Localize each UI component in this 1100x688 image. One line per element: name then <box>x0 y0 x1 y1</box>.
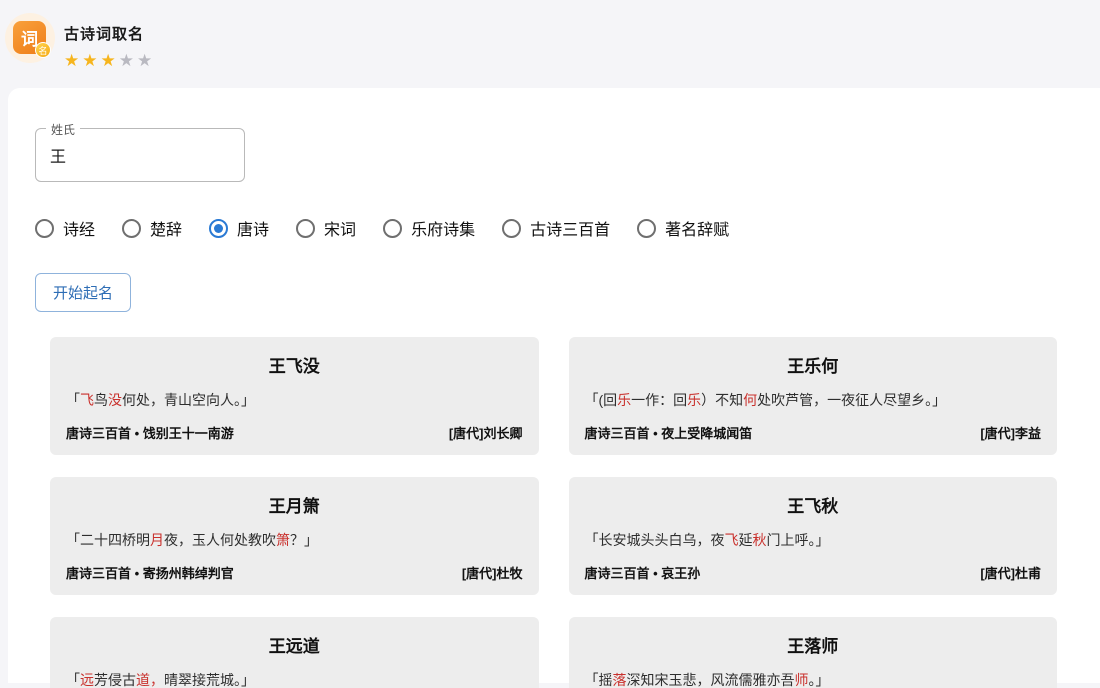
poem-text: 「长安城头头白乌，夜 <box>585 532 725 548</box>
poem-text: ）不知 <box>701 392 743 408</box>
radio-button-icon[interactable] <box>637 219 656 238</box>
corpus-radio-label: 诗经 <box>63 216 95 240</box>
star-icon[interactable]: ★ <box>119 51 137 70</box>
poem-line: 「二十四桥明月夜，玉人何处教吹箫？」 <box>66 530 523 550</box>
radio-button-icon[interactable] <box>122 219 141 238</box>
corpus-radio-label: 乐府诗集 <box>411 216 475 240</box>
corpus-radio-宋词[interactable]: 宋词 <box>296 216 356 240</box>
star-icon[interactable]: ★ <box>137 51 155 70</box>
corpus-radio-古诗三百首[interactable]: 古诗三百首 <box>502 216 610 240</box>
radio-button-icon[interactable] <box>296 219 315 238</box>
poem-text: 延 <box>739 532 753 548</box>
poem-text: 何处，青山空向人。」 <box>122 392 255 408</box>
corpus-radio-label: 著名辞赋 <box>665 216 729 240</box>
poem-highlight-char: 何 <box>743 392 757 408</box>
generated-name: 王飞没 <box>66 349 523 377</box>
app-header: 词 名 古诗词取名 ★★★★★ <box>0 0 1100 88</box>
logo-badge-icon: 名 <box>35 42 51 58</box>
generated-name: 王落师 <box>585 629 1042 657</box>
poem-source: 唐诗三百首 • 饯别王十一南游 <box>66 423 234 442</box>
corpus-radio-唐诗[interactable]: 唐诗 <box>209 216 269 240</box>
poem-highlight-char: 月 <box>150 532 164 548</box>
corpus-radio-乐府诗集[interactable]: 乐府诗集 <box>383 216 475 240</box>
corpus-radio-著名辞赋[interactable]: 著名辞赋 <box>637 216 729 240</box>
surname-field-wrap: 姓氏 <box>35 128 245 182</box>
corpus-radio-label: 宋词 <box>324 216 356 240</box>
poem-text: 鸟 <box>94 392 108 408</box>
poem-line: 「远芳侵古道，晴翠接荒城。」 <box>66 670 523 688</box>
poem-highlight-char: 乐 <box>687 392 701 408</box>
corpus-radio-group: 诗经 楚辞 唐诗 宋词 乐府诗集 古诗三百首 著名辞赋 <box>35 216 1100 240</box>
poem-highlight-char: 秋 <box>753 532 767 548</box>
poem-text: 芳侵古 <box>94 672 136 688</box>
poem-source: 唐诗三百首 • 夜上受降城闻笛 <box>585 423 753 442</box>
name-result-card[interactable]: 王乐何 「(回乐一作：回乐）不知何处吹芦管，一夜征人尽望乡。」 唐诗三百首 • … <box>569 337 1058 455</box>
radio-button-icon[interactable] <box>502 219 521 238</box>
corpus-radio-楚辞[interactable]: 楚辞 <box>122 216 182 240</box>
poem-highlight-char: 师 <box>795 672 809 688</box>
results-grid: 王飞没 「飞鸟没何处，青山空向人。」 唐诗三百首 • 饯别王十一南游 [唐代]刘… <box>50 337 1057 688</box>
corpus-radio-label: 古诗三百首 <box>530 216 610 240</box>
main-panel: 姓氏 诗经 楚辞 唐诗 宋词 乐府诗集 古诗三百首 著名辞赋 开始起名 王飞没 … <box>8 88 1100 683</box>
poem-text: 夜，玉人何处教吹 <box>164 532 276 548</box>
name-result-card[interactable]: 王落师 「摇落深知宋玉悲，风流儒雅亦吾师。」 唐诗三百首 • 咏怀古迹五首·其二… <box>569 617 1058 688</box>
generated-name: 王飞秋 <box>585 489 1042 517</box>
poem-text: 晴翠接荒城。」 <box>164 672 255 688</box>
poem-author: [唐代]杜牧 <box>462 563 523 582</box>
name-result-card[interactable]: 王飞秋 「长安城头头白乌，夜飞延秋门上呼。」 唐诗三百首 • 哀王孙 [唐代]杜… <box>569 477 1058 595</box>
poem-highlight-char: 飞 <box>80 392 94 408</box>
star-rating[interactable]: ★★★★★ <box>64 52 155 69</box>
generated-name: 王月箫 <box>66 489 523 517</box>
radio-button-icon[interactable] <box>383 219 402 238</box>
poem-line: 「长安城头头白乌，夜飞延秋门上呼。」 <box>585 530 1042 550</box>
poem-text: 一作：回 <box>631 392 687 408</box>
star-icon[interactable]: ★ <box>82 51 100 70</box>
poem-line: 「(回乐一作：回乐）不知何处吹芦管，一夜征人尽望乡。」 <box>585 390 1042 410</box>
poem-highlight-char: 落 <box>613 672 627 688</box>
poem-line: 「飞鸟没何处，青山空向人。」 <box>66 390 523 410</box>
poem-source: 唐诗三百首 • 寄扬州韩绰判官 <box>66 563 234 582</box>
name-result-card[interactable]: 王月箫 「二十四桥明月夜，玉人何处教吹箫？」 唐诗三百首 • 寄扬州韩绰判官 [… <box>50 477 539 595</box>
poem-text: 「 <box>66 672 80 688</box>
corpus-radio-label: 唐诗 <box>237 216 269 240</box>
poem-author: [唐代]杜甫 <box>980 563 1041 582</box>
poem-text: 深知宋玉悲，风流儒雅亦吾 <box>627 672 795 688</box>
start-naming-button[interactable]: 开始起名 <box>35 273 131 312</box>
generated-name: 王乐何 <box>585 349 1042 377</box>
poem-text: 「摇 <box>585 672 613 688</box>
star-icon[interactable]: ★ <box>101 51 119 70</box>
app-logo-icon: 词 名 <box>5 13 55 63</box>
star-icon[interactable]: ★ <box>64 51 82 70</box>
poem-text: 门上呼。」 <box>767 532 830 548</box>
poem-text: 「二十四桥明 <box>66 532 150 548</box>
poem-text: 处吹芦管，一夜征人尽望乡。」 <box>757 392 946 408</box>
poem-text: 。」 <box>809 672 830 688</box>
poem-source: 唐诗三百首 • 哀王孙 <box>585 563 701 582</box>
name-result-card[interactable]: 王远道 「远芳侵古道，晴翠接荒城。」 唐诗三百首 • 草 / 赋得古原草送别 [… <box>50 617 539 688</box>
poem-highlight-char: 没 <box>108 392 122 408</box>
radio-button-icon[interactable] <box>209 219 228 238</box>
surname-field-label: 姓氏 <box>46 121 80 138</box>
poem-highlight-char: 远 <box>80 672 94 688</box>
poem-highlight-char: 飞 <box>725 532 739 548</box>
poem-highlight-char: 乐 <box>617 392 631 408</box>
corpus-radio-label: 楚辞 <box>150 216 182 240</box>
poem-text: 「 <box>66 392 80 408</box>
poem-highlight-char: 箫 <box>276 532 290 548</box>
corpus-radio-诗经[interactable]: 诗经 <box>35 216 95 240</box>
poem-author: [唐代]刘长卿 <box>449 423 523 442</box>
poem-line: 「摇落深知宋玉悲，风流儒雅亦吾师。」 <box>585 670 1042 688</box>
name-result-card[interactable]: 王飞没 「飞鸟没何处，青山空向人。」 唐诗三百首 • 饯别王十一南游 [唐代]刘… <box>50 337 539 455</box>
poem-author: [唐代]李益 <box>980 423 1041 442</box>
poem-text: ？」 <box>290 532 318 548</box>
page-title: 古诗词取名 <box>64 23 155 44</box>
poem-text: 「(回 <box>585 392 618 408</box>
radio-button-icon[interactable] <box>35 219 54 238</box>
generated-name: 王远道 <box>66 629 523 657</box>
poem-highlight-char: 道， <box>136 672 164 688</box>
